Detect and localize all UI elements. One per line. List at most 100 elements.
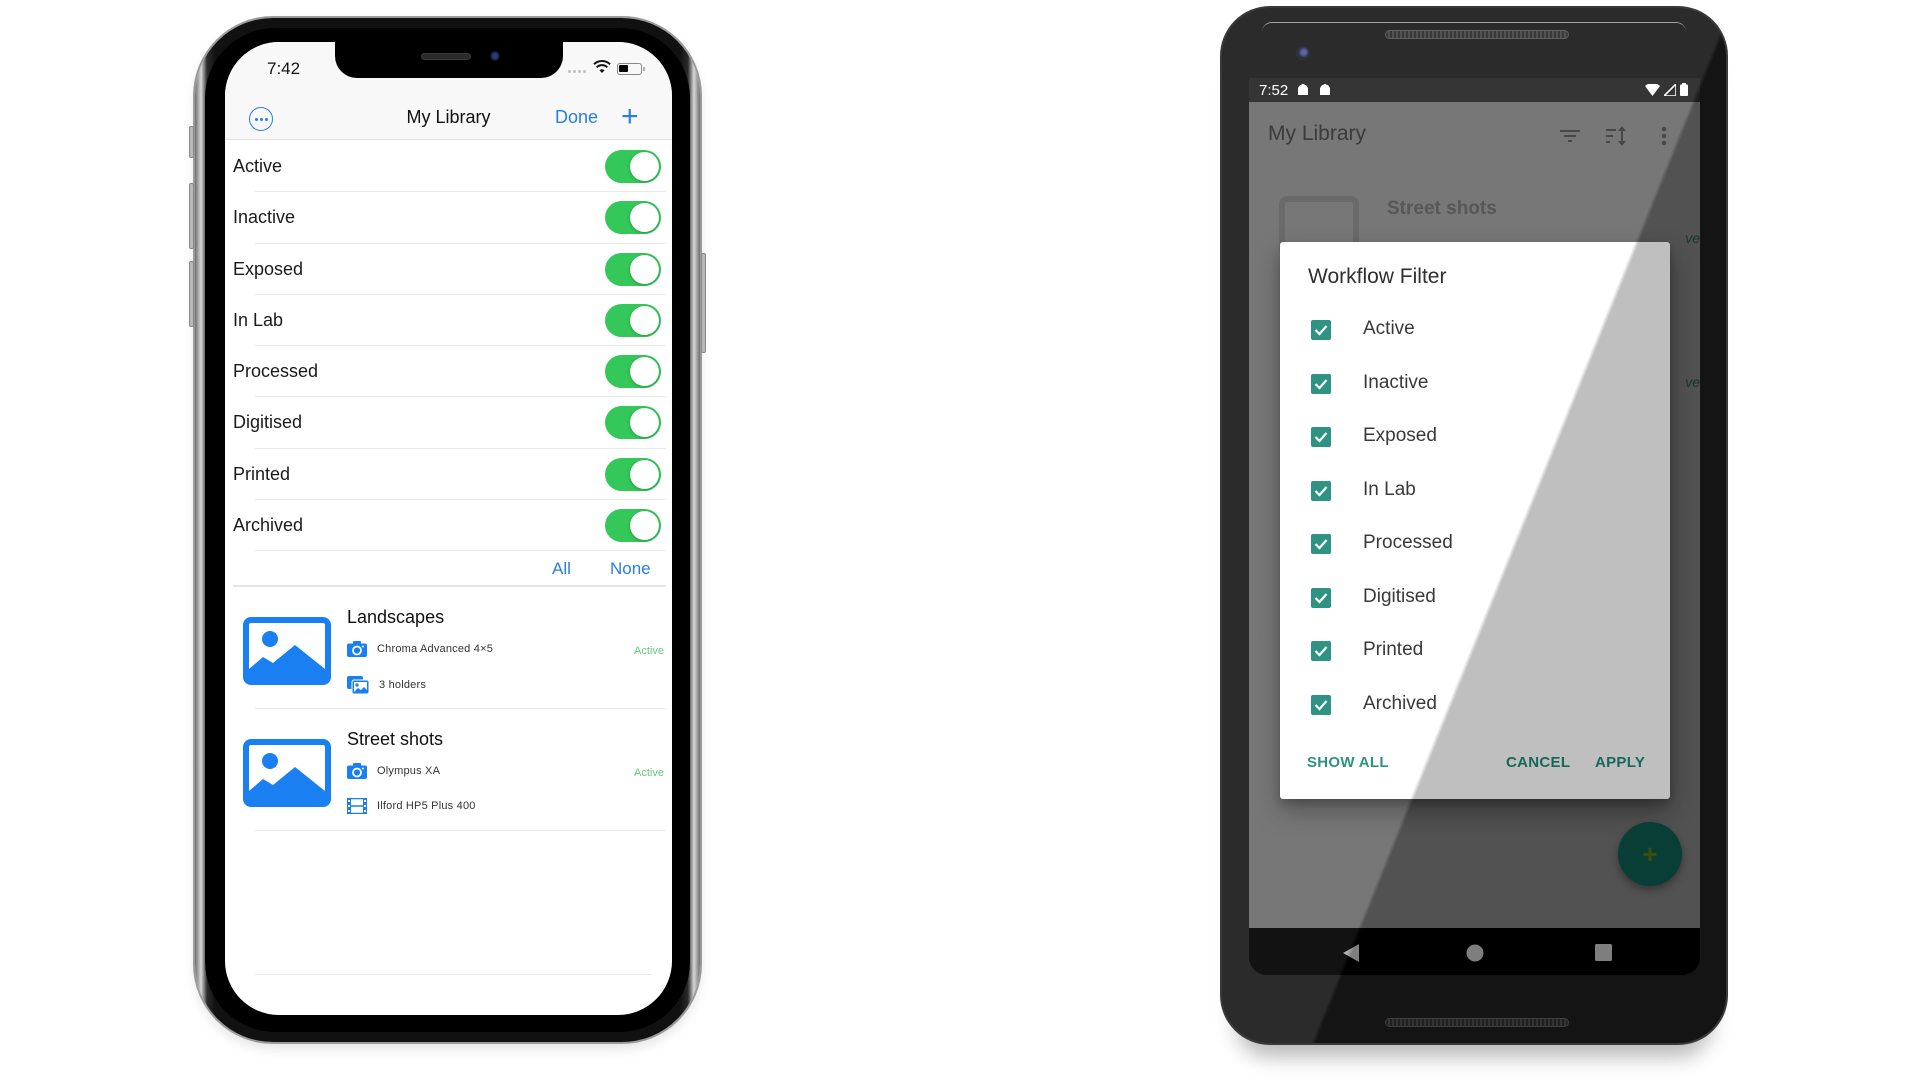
project-card[interactable]: Street shots Olympus XA Ilford HP5 Plus … xyxy=(225,709,672,832)
notification-icon xyxy=(1320,84,1330,95)
top-speaker xyxy=(1385,30,1569,39)
camera-icon xyxy=(347,763,367,780)
check-icon xyxy=(1314,325,1328,336)
checkbox-checked[interactable] xyxy=(1311,427,1331,447)
filter-label: In Lab xyxy=(233,309,284,330)
option-label: Processed xyxy=(1363,532,1453,553)
holders-info: 3 holders xyxy=(347,676,427,695)
camera-name: Chroma Advanced 4×5 xyxy=(377,643,494,656)
project-card[interactable]: Landscapes Chroma Advanced 4×5 3 holders… xyxy=(225,587,672,710)
wifi-icon xyxy=(593,60,611,73)
ios-screen: 7:42 My Library Done + Active Inactive E… xyxy=(225,42,672,1015)
filter-toggle-archived[interactable] xyxy=(605,509,661,543)
volume-down-button xyxy=(189,261,194,327)
filter-toggle-printed[interactable] xyxy=(605,457,661,491)
checkbox-checked[interactable] xyxy=(1311,587,1331,608)
background-project-name: Street shots xyxy=(1387,198,1497,219)
camera-info: Olympus XA xyxy=(347,763,440,780)
filter-row-active: Active xyxy=(225,141,672,193)
holders-count: 3 holders xyxy=(379,679,427,692)
filter-options: Active Inactive Exposed In Lab Processed… xyxy=(1280,305,1670,733)
image-placeholder-icon xyxy=(243,739,331,808)
filter-row-archived: Archived xyxy=(225,500,672,552)
filter-option-active[interactable]: Active xyxy=(1280,305,1670,359)
plus-icon: + xyxy=(1642,839,1658,869)
option-label: Exposed xyxy=(1363,425,1437,446)
filter-option-in-lab[interactable]: In Lab xyxy=(1280,466,1670,520)
filter-icon[interactable] xyxy=(1557,124,1583,148)
done-button[interactable]: Done xyxy=(555,107,598,128)
filter-row-digitised: Digitised xyxy=(225,397,672,449)
filter-option-archived[interactable]: Archived xyxy=(1280,680,1670,734)
checkbox-checked[interactable] xyxy=(1311,320,1331,340)
home-icon[interactable] xyxy=(1466,944,1484,962)
show-all-button[interactable]: SHOW ALL xyxy=(1307,754,1389,771)
select-none-button[interactable]: None xyxy=(610,559,651,579)
checkbox-checked[interactable] xyxy=(1311,373,1331,394)
select-all-button[interactable]: All xyxy=(552,559,571,579)
android-app-content: My Library Street shots ve ve Workflow F… xyxy=(1249,102,1700,928)
add-button[interactable]: + xyxy=(621,102,639,132)
option-label: Digitised xyxy=(1363,585,1436,607)
film-info: Ilford HP5 Plus 400 xyxy=(347,798,476,815)
app-bar: My Library xyxy=(1249,102,1700,170)
option-label: Archived xyxy=(1363,692,1437,714)
mute-switch xyxy=(189,126,194,158)
checkbox-checked[interactable] xyxy=(1311,480,1331,501)
check-icon xyxy=(1314,646,1328,657)
film-icon xyxy=(347,798,367,815)
status-time: 7:42 xyxy=(267,59,301,78)
option-label: Inactive xyxy=(1363,371,1429,393)
status-time: 7:52 xyxy=(1259,82,1289,99)
filter-row-in-lab: In Lab xyxy=(225,295,672,347)
battery-icon xyxy=(617,63,645,75)
filter-toggle-in-lab[interactable] xyxy=(605,303,661,337)
filter-option-inactive[interactable]: Inactive xyxy=(1280,359,1670,413)
back-icon[interactable] xyxy=(1343,944,1359,962)
dialog-title: Workflow Filter xyxy=(1308,265,1447,288)
filter-toggle-digitised[interactable] xyxy=(605,406,661,440)
filter-row-processed: Processed xyxy=(225,346,672,398)
cellular-signal-icon xyxy=(568,70,586,73)
front-camera xyxy=(490,51,500,61)
filter-toggle-active[interactable] xyxy=(605,150,661,183)
filter-row-exposed: Exposed xyxy=(225,244,672,295)
plus-icon: + xyxy=(621,100,639,133)
filter-option-exposed[interactable]: Exposed xyxy=(1280,412,1670,466)
filter-list: Active Inactive Exposed In Lab Processed xyxy=(225,141,672,832)
checkbox-checked[interactable] xyxy=(1311,694,1331,715)
filter-label: Exposed xyxy=(233,258,304,279)
filter-option-printed[interactable]: Printed xyxy=(1280,626,1670,680)
sort-icon[interactable] xyxy=(1604,124,1630,148)
recents-icon[interactable] xyxy=(1595,944,1612,961)
check-icon xyxy=(1314,485,1328,497)
overflow-menu-icon[interactable] xyxy=(1651,124,1677,148)
cancel-button[interactable]: CANCEL xyxy=(1506,754,1570,771)
image-placeholder-icon xyxy=(243,617,331,686)
add-project-fab[interactable]: + xyxy=(1618,822,1682,886)
background-status-fragment: ve xyxy=(1685,230,1700,246)
apply-button[interactable]: APPLY xyxy=(1595,754,1645,771)
filter-option-processed[interactable]: Processed xyxy=(1280,519,1670,573)
check-icon xyxy=(1314,699,1328,711)
check-icon xyxy=(1314,432,1328,443)
filter-toggle-inactive[interactable] xyxy=(605,201,661,235)
power-button xyxy=(701,253,706,353)
checkbox-checked[interactable] xyxy=(1311,641,1331,661)
project-name: Street shots xyxy=(347,729,444,750)
checkbox-checked[interactable] xyxy=(1311,534,1331,554)
android-navigation-bar xyxy=(1249,928,1700,975)
filter-option-digitised[interactable]: Digitised xyxy=(1280,573,1670,627)
film-name: Ilford HP5 Plus 400 xyxy=(377,800,476,813)
android-device: 7:52 My Library Street shots ve ve Workf… xyxy=(1222,8,1726,1043)
project-name: Landscapes xyxy=(347,607,445,628)
filter-toggle-processed[interactable] xyxy=(605,355,661,389)
camera-info: Chroma Advanced 4×5 xyxy=(347,641,494,658)
notification-icon xyxy=(1298,84,1308,95)
filter-label: Printed xyxy=(233,463,291,484)
filter-toggle-exposed[interactable] xyxy=(605,252,661,286)
cell-signal-icon xyxy=(1664,83,1676,96)
earpiece-speaker xyxy=(421,53,471,60)
option-label: In Lab xyxy=(1363,478,1416,500)
holders-icon xyxy=(347,676,369,695)
